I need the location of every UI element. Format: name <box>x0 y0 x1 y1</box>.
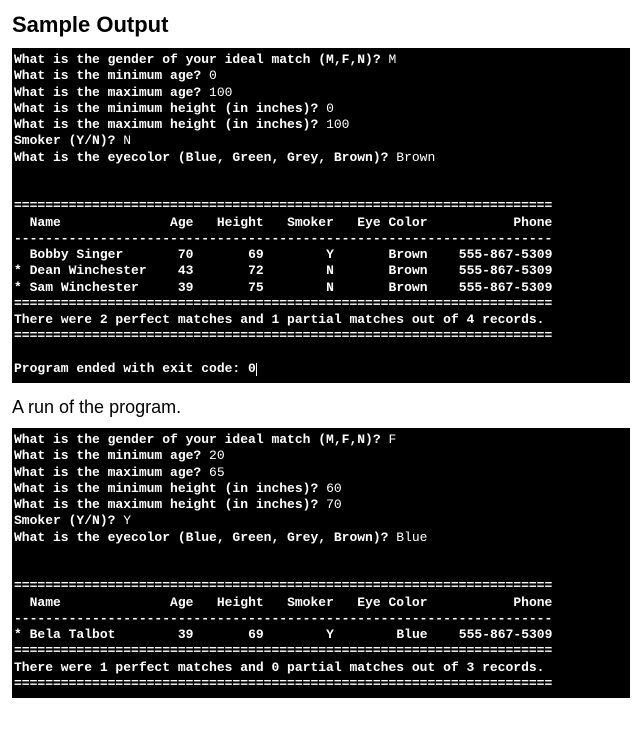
terminal-run-2: What is the gender of your ideal match (… <box>12 428 630 698</box>
summary-line: There were 1 perfect matches and 0 parti… <box>14 660 545 675</box>
summary-line: There were 2 perfect matches and 1 parti… <box>14 312 545 327</box>
table-header-row: Name Age Height Smoker Eye Color Phone <box>14 215 552 230</box>
table-row: * Bela Talbot 39 69 Y Blue 555-867-5309 <box>14 627 552 642</box>
table-row: Bobby Singer 70 69 Y Brown 555-867-5309 <box>14 247 552 262</box>
heading-sample-output: Sample Output <box>12 12 630 38</box>
table-row: * Dean Winchester 43 72 N Brown 555-867-… <box>14 263 552 278</box>
cursor-icon <box>256 363 257 376</box>
caption-run: A run of the program. <box>12 397 630 418</box>
table-row: * Sam Winchester 39 75 N Brown 555-867-5… <box>14 280 552 295</box>
exit-line: Program ended with exit code: 0 <box>14 361 256 376</box>
terminal-run-1: What is the gender of your ideal match (… <box>12 48 630 383</box>
table-header-row: Name Age Height Smoker Eye Color Phone <box>14 595 552 610</box>
